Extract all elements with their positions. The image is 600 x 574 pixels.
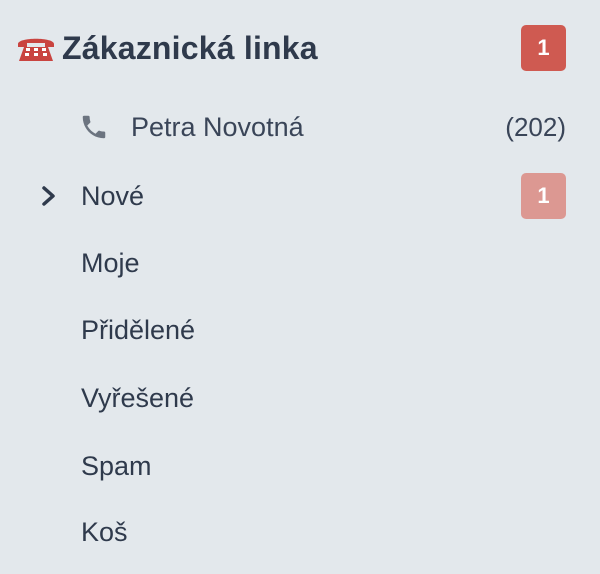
queue-header[interactable]: Zákaznická linka 1 [16, 24, 566, 72]
chevron-right-icon [38, 181, 60, 211]
queue-title: Zákaznická linka [62, 29, 318, 66]
agent-row[interactable]: Petra Novotná (202) [78, 105, 566, 149]
folder-label: Nové [81, 180, 145, 211]
folder-label: Moje [81, 247, 140, 278]
folder-item-moje[interactable]: Moje [38, 240, 566, 286]
folder-item-vyresene[interactable]: Vyřešené [38, 375, 566, 421]
folder-label: Vyřešené [81, 382, 195, 413]
folder-item-kos[interactable]: Koš [38, 509, 566, 555]
folder-item-nove[interactable]: Nové 1 [38, 173, 566, 219]
folder-item-pridelene[interactable]: Přidělené [38, 307, 566, 353]
queue-unread-badge: 1 [521, 25, 566, 71]
folder-unread-badge: 1 [521, 173, 566, 219]
phone-handset-icon [78, 111, 110, 143]
agent-extension: (202) [505, 111, 566, 142]
folder-item-spam[interactable]: Spam [38, 443, 566, 489]
folder-label: Přidělené [81, 314, 196, 345]
folder-label: Koš [81, 516, 128, 547]
agent-name: Petra Novotná [131, 111, 304, 142]
telephone-icon [16, 32, 56, 64]
folder-label: Spam [81, 450, 152, 481]
inbox-sidebar-panel: Zákaznická linka 1 Petra Novotná (202) N… [0, 0, 600, 574]
